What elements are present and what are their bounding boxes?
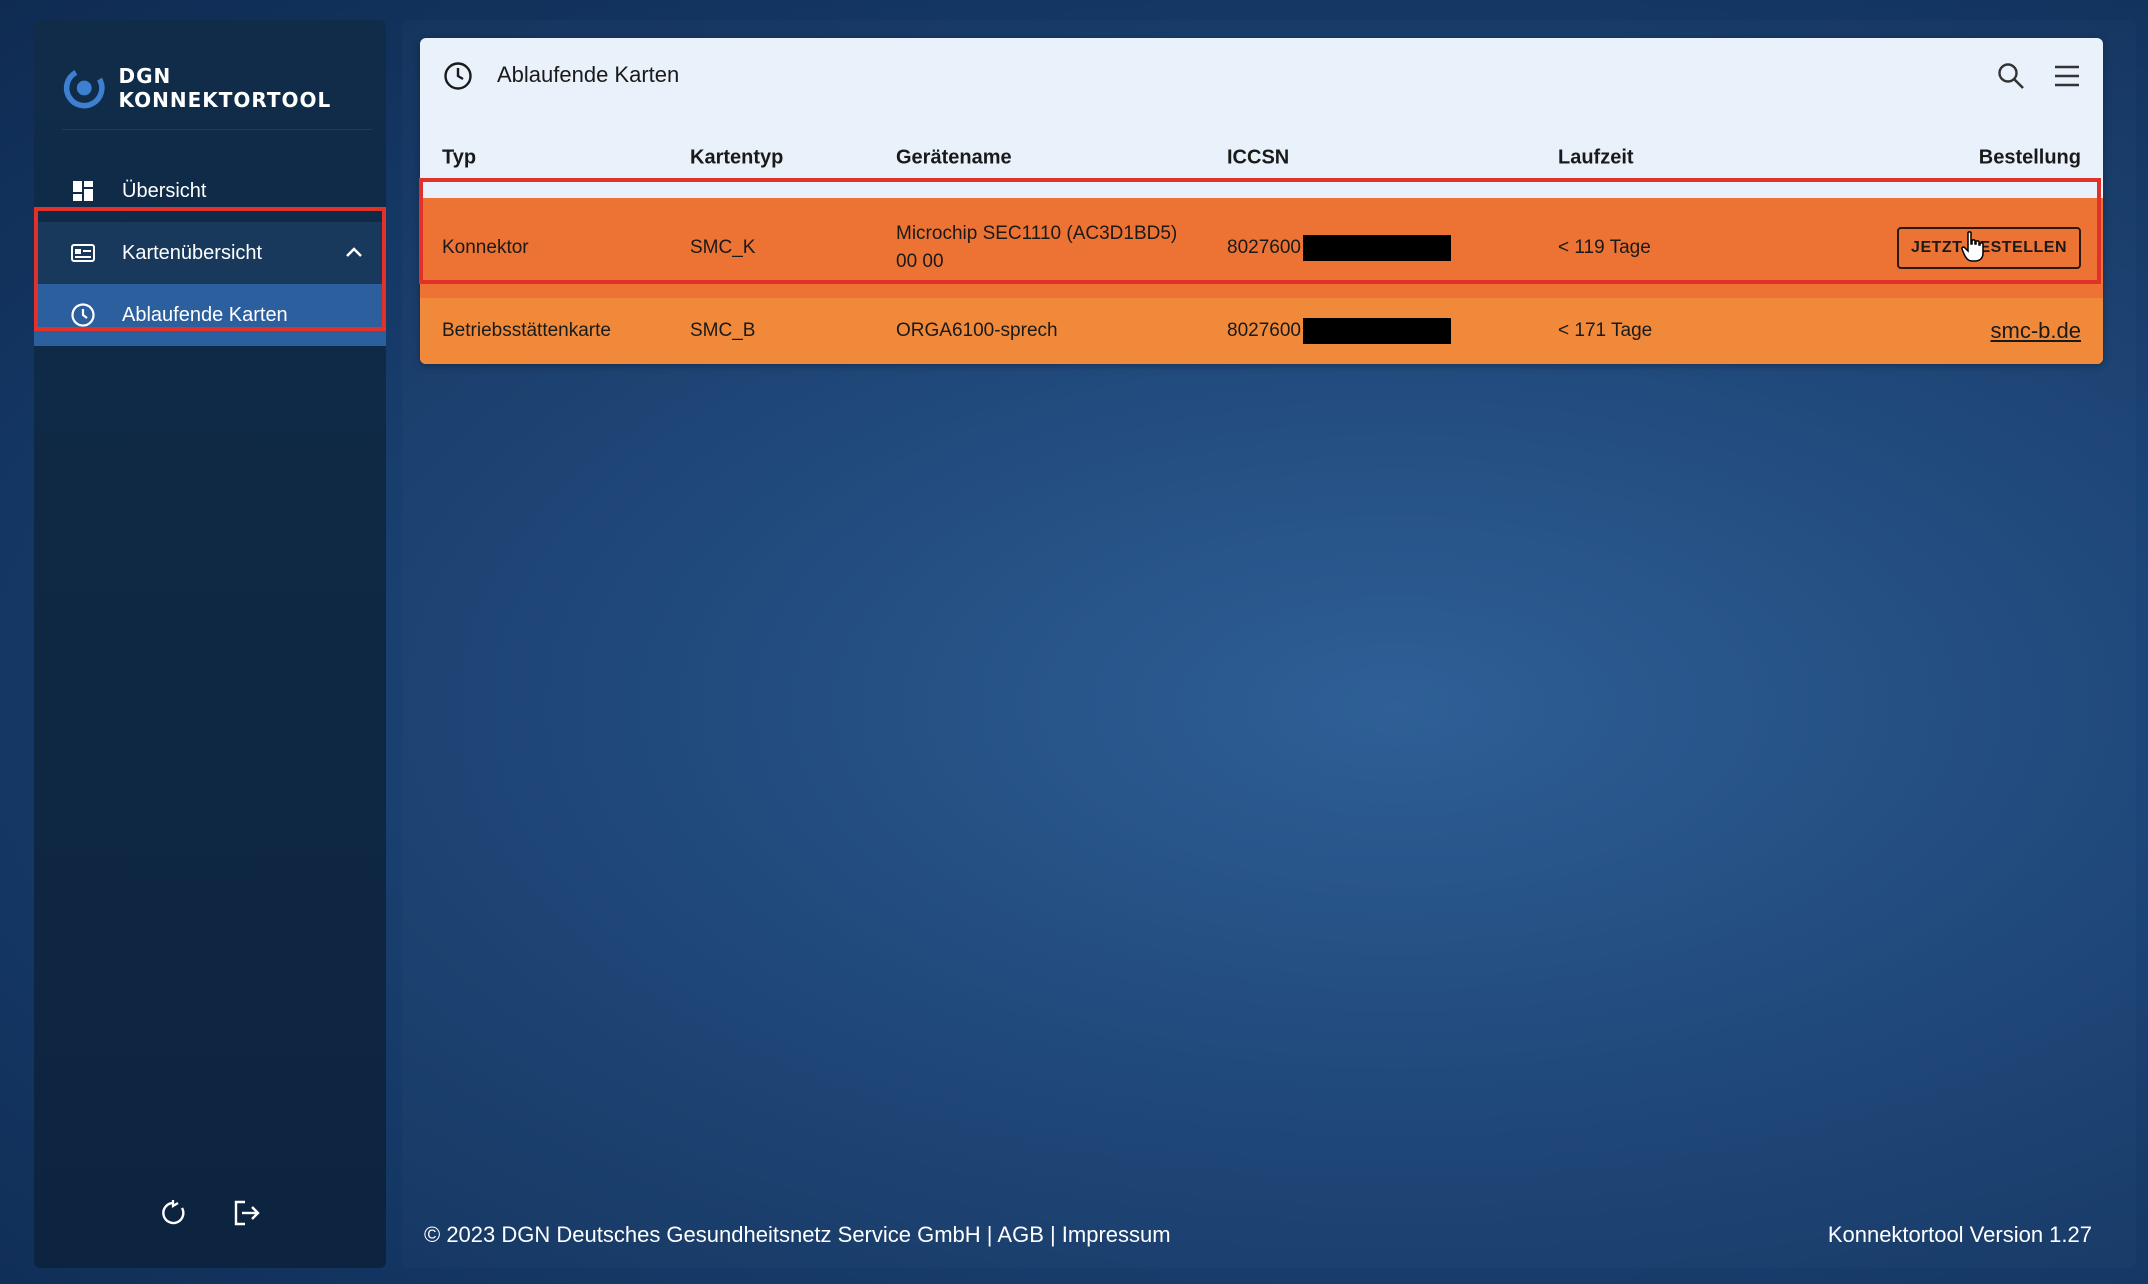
cell-laufzeit: < 119 Tage bbox=[1558, 237, 1651, 258]
sidebar: DGN KONNEKTORTOOL Übersicht Kartenübersi… bbox=[34, 20, 386, 1268]
sidebar-item-uebersicht[interactable]: Übersicht bbox=[34, 160, 386, 222]
cell-laufzeit: < 171 Tage bbox=[1558, 320, 1653, 341]
column-header-bestellung[interactable]: Bestellung bbox=[1979, 147, 2081, 170]
brand[interactable]: DGN KONNEKTORTOOL bbox=[62, 46, 372, 130]
logout-icon bbox=[234, 1200, 260, 1226]
cell-kartentyp: SMC_B bbox=[690, 320, 756, 341]
clock-icon bbox=[70, 302, 96, 328]
column-header-typ[interactable]: Typ bbox=[442, 147, 476, 170]
column-header-geraetename[interactable]: Gerätename bbox=[896, 147, 1012, 170]
dgn-logo-icon bbox=[63, 67, 105, 108]
cell-geraetename: ORGA6100-sprech bbox=[896, 320, 1058, 341]
footer-version: Konnektortool Version 1.27 bbox=[1827, 1222, 2092, 1247]
iccsn-value: 8027600 bbox=[1227, 237, 1301, 258]
panel-header: Ablaufende Karten bbox=[420, 38, 2103, 114]
smc-b-link[interactable]: smc-b.de bbox=[1991, 318, 2081, 344]
clock-icon bbox=[444, 62, 472, 90]
iccsn-value: 8027600 bbox=[1227, 320, 1301, 341]
cell-typ: Betriebsstättenkarte bbox=[442, 320, 611, 341]
sidebar-item-label: Kartenübersicht bbox=[122, 241, 263, 264]
sidebar-footer bbox=[34, 1188, 386, 1238]
search-icon[interactable] bbox=[1995, 60, 2027, 92]
logout-button[interactable] bbox=[231, 1197, 263, 1229]
order-now-button[interactable]: JETZT BESTELLEN bbox=[1897, 227, 2081, 269]
expiring-cards-panel: Ablaufende Karten Typ Kartentyp Gerätena… bbox=[420, 38, 2103, 364]
geraetename-line2: 00 00 bbox=[896, 251, 944, 272]
refresh-icon bbox=[162, 1200, 185, 1225]
table-row[interactable]: Konnektor SMC_K Microchip SEC1110 (AC3D1… bbox=[420, 198, 2103, 298]
cell-kartentyp: SMC_K bbox=[690, 237, 756, 258]
page-title: Ablaufende Karten bbox=[497, 62, 680, 87]
sidebar-item-ablaufende-karten[interactable]: Ablaufende Karten bbox=[34, 284, 386, 346]
brand-name: DGN KONNEKTORTOOL bbox=[118, 63, 332, 112]
geraetename-line1: Microchip SEC1110 (AC3D1BD5) bbox=[896, 223, 1178, 244]
dashboard-icon bbox=[70, 178, 96, 204]
column-header-kartentyp[interactable]: Kartentyp bbox=[690, 147, 783, 170]
sidebar-item-label: Übersicht bbox=[122, 179, 207, 202]
redaction-bar bbox=[1302, 234, 1451, 261]
cell-typ: Konnektor bbox=[442, 237, 529, 258]
menu-icon[interactable] bbox=[2051, 60, 2083, 92]
refresh-button[interactable] bbox=[157, 1197, 189, 1229]
column-header-iccsn[interactable]: ICCSN bbox=[1227, 147, 1289, 170]
cell-iccsn: 8027600 bbox=[1227, 317, 1451, 345]
card-overview-icon bbox=[70, 240, 96, 266]
column-header-laufzeit[interactable]: Laufzeit bbox=[1558, 147, 1634, 170]
footer-copyright: © 2023 DGN Deutsches Gesundheitsnetz Ser… bbox=[424, 1222, 1171, 1247]
cell-iccsn: 8027600 bbox=[1227, 234, 1451, 262]
chevron-up-icon[interactable] bbox=[342, 241, 366, 265]
table-row[interactable]: Betriebsstättenkarte SMC_B ORGA6100-spre… bbox=[420, 298, 2103, 364]
redaction-bar bbox=[1302, 317, 1451, 344]
sidebar-item-label: Ablaufende Karten bbox=[122, 303, 288, 326]
sidebar-item-kartenuebersicht[interactable]: Kartenübersicht bbox=[34, 222, 386, 284]
main-area: Ablaufende Karten Typ Kartentyp Gerätena… bbox=[402, 20, 2136, 1268]
cell-geraetename: Microchip SEC1110 (AC3D1BD5) 00 00 bbox=[896, 220, 1177, 276]
